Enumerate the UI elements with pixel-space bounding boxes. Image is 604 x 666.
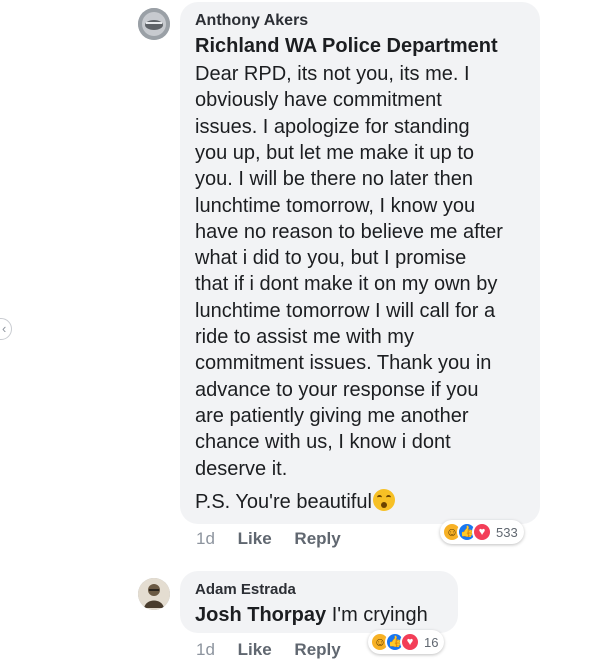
comment-actions: 1d Like Reply <box>196 640 359 660</box>
comment-body-line: Dear RPD, its not you, its me. I <box>195 63 470 85</box>
comment-text: Josh Thorpay I'm cryingh <box>195 603 428 628</box>
reply-button[interactable]: Reply <box>294 640 340 659</box>
comment-body-line: are patiently giving me another <box>195 404 469 427</box>
avatar[interactable] <box>138 8 170 40</box>
comment-timestamp[interactable]: 1d <box>196 640 215 659</box>
like-button[interactable]: Like <box>238 529 272 548</box>
previous-arrow-icon[interactable]: ‹ <box>0 318 12 340</box>
reaction-summary[interactable]: ☺ 👍 ♥ 533 <box>440 520 524 544</box>
comment-body-line: you up, but let me make it up to <box>195 141 475 164</box>
comment-author[interactable]: Adam Estrada <box>195 581 296 598</box>
comment-body-line: have no reason to believe me after <box>195 220 503 243</box>
love-reaction-icon: ♥ <box>400 632 420 652</box>
love-reaction-icon: ♥ <box>472 522 492 542</box>
comment-body-line: lunchtime tomorrow I will call for a <box>195 299 496 322</box>
comment-ps: P.S. You're beautiful <box>195 489 395 515</box>
like-button[interactable]: Like <box>238 640 272 659</box>
comment-body-line: commitment issues. Thank you in <box>195 352 492 375</box>
comment-body-text: I'm cryingh <box>326 604 428 626</box>
tagged-page-link[interactable]: Richland WA Police Department <box>195 35 498 57</box>
comment-author[interactable]: Anthony Akers <box>195 12 308 30</box>
comment-body-line: deserve it. <box>195 457 288 480</box>
reaction-count: 533 <box>496 524 518 540</box>
comment-body-line: lunchtime tomorrow, I know you <box>195 194 476 217</box>
comment-text: Richland WA Police Department <box>195 34 498 59</box>
tagged-user-link[interactable]: Josh Thorpay <box>195 604 326 626</box>
comment-body-line: ride to assist me with my <box>195 326 414 348</box>
avatar[interactable] <box>138 578 170 610</box>
comment-body-line: chance with us, I know i dont <box>195 431 451 454</box>
reaction-summary[interactable]: ☺ 👍 ♥ 16 <box>368 630 445 654</box>
comment-timestamp[interactable]: 1d <box>196 529 215 548</box>
ps-text: P.S. You're beautiful <box>195 491 372 513</box>
comment-actions: 1d Like Reply <box>196 529 359 549</box>
comment-body-line: what i did to you, but I promise <box>195 247 467 270</box>
comment-thread: ‹ Anthony Akers Richland WA Police Depar… <box>0 0 604 666</box>
comment-body-line: issues. I apologize for standing <box>195 115 470 138</box>
reply-button[interactable]: Reply <box>294 529 340 548</box>
comment-body-line: that if i dont make it on my own by <box>195 273 498 296</box>
reaction-count: 16 <box>424 634 439 650</box>
comment-body-line: advance to your response if you <box>195 378 479 401</box>
comment-body-line: obviously have commitment <box>195 89 442 112</box>
comment-body-line: you. I will be there no later then <box>195 168 473 191</box>
kissing-face-emoji-icon <box>372 489 395 511</box>
